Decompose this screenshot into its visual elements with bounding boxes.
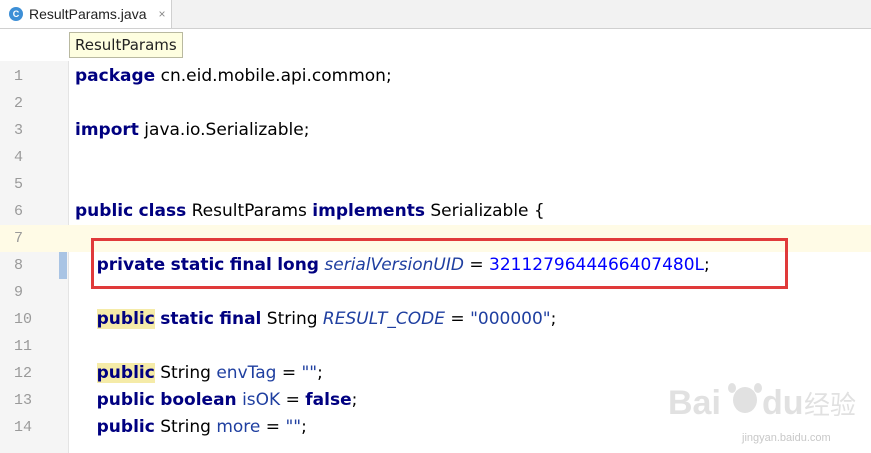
line-number: 2 — [14, 95, 24, 112]
code-token: ; — [301, 417, 307, 437]
code-token: "" — [285, 417, 302, 437]
code-token: public — [75, 201, 134, 221]
code-text: import java.io.Serializable; — [75, 117, 309, 144]
line-number: 13 — [14, 392, 33, 409]
code-line[interactable]: 4 — [0, 144, 871, 171]
code-token: public — [96, 417, 155, 437]
line-number: 7 — [0, 225, 68, 252]
code-token: cn.eid.mobile.api.common; — [155, 66, 392, 86]
code-text: public static final String RESULT_CODE =… — [75, 306, 556, 333]
code-token: implements — [312, 201, 425, 221]
breadcrumb-item-resultparams[interactable]: ResultParams — [69, 32, 183, 58]
code-token: "" — [301, 363, 318, 383]
annotation-highlight-box — [91, 238, 788, 289]
line-number: 9 — [14, 284, 24, 301]
code-token: public — [96, 309, 155, 329]
breadcrumb: ResultParams — [0, 29, 871, 61]
code-token: false — [305, 390, 352, 410]
line-number: 14 — [14, 419, 33, 436]
line-number: 4 — [14, 149, 24, 166]
line-number: 1 — [14, 68, 24, 85]
code-token: public — [96, 390, 155, 410]
code-token: ; — [317, 363, 323, 383]
code-text: public boolean isOK = false; — [75, 387, 358, 414]
code-line[interactable]: 6 public class ResultParams implements Se… — [0, 198, 871, 225]
code-token: java.io.Serializable; — [138, 120, 310, 140]
code-line[interactable]: 1 package cn.eid.mobile.api.common; — [0, 63, 871, 90]
editor-tab-bar: C ResultParams.java × — [0, 0, 871, 29]
code-token: boolean — [160, 390, 237, 410]
code-token: String — [261, 309, 323, 329]
code-text: public String envTag = ""; — [75, 360, 323, 387]
code-token: final — [219, 309, 262, 329]
tab-label: ResultParams.java — [29, 6, 147, 22]
code-token: more — [216, 417, 261, 437]
change-marker[interactable] — [59, 252, 67, 279]
java-class-icon: C — [9, 7, 23, 21]
watermark-cn: 经验 — [804, 391, 856, 421]
code-text: public String more = ""; — [75, 414, 307, 441]
watermark-url: jingyan.baidu.com — [742, 432, 831, 444]
code-token: String — [154, 417, 217, 437]
code-line[interactable]: 10 public static final String RESULT_COD… — [0, 306, 871, 333]
line-number: 12 — [14, 365, 33, 382]
code-line[interactable]: 3 import java.io.Serializable; — [0, 117, 871, 144]
code-token: package — [75, 66, 156, 86]
code-line[interactable]: 5 — [0, 171, 871, 198]
code-token: class — [138, 201, 187, 221]
line-number: 8 — [14, 257, 24, 274]
code-token: RESULT_CODE — [322, 309, 445, 329]
code-token: envTag — [216, 363, 277, 383]
code-token: = — [280, 390, 306, 410]
watermark-brand: Bai — [668, 384, 721, 422]
line-number: 5 — [14, 176, 24, 193]
code-token: ; — [550, 309, 557, 329]
close-icon[interactable]: × — [159, 7, 166, 21]
line-number: 6 — [14, 203, 24, 220]
code-line[interactable]: 2 — [0, 90, 871, 117]
code-token: = — [260, 417, 286, 437]
line-number: 10 — [14, 311, 33, 328]
line-number: 11 — [14, 338, 33, 355]
code-token: ; — [351, 390, 358, 410]
tab-resultparams-java[interactable]: C ResultParams.java × — [0, 0, 172, 28]
code-token: ResultParams — [186, 201, 313, 221]
watermark-brand-suffix: du — [762, 384, 804, 422]
code-token: "000000" — [470, 309, 551, 329]
code-text: package cn.eid.mobile.api.common; — [75, 63, 392, 90]
code-line[interactable]: 11 — [0, 333, 871, 360]
code-token: String — [154, 363, 217, 383]
code-token: = — [445, 309, 471, 329]
code-token: static — [160, 309, 214, 329]
code-text: public class ResultParams implements Ser… — [75, 198, 545, 225]
code-token: = — [276, 363, 302, 383]
code-token: public — [96, 363, 155, 383]
code-token: Serializable { — [424, 201, 545, 221]
code-token: import — [75, 120, 139, 140]
line-number: 3 — [14, 122, 24, 139]
code-token: isOK — [242, 390, 281, 410]
